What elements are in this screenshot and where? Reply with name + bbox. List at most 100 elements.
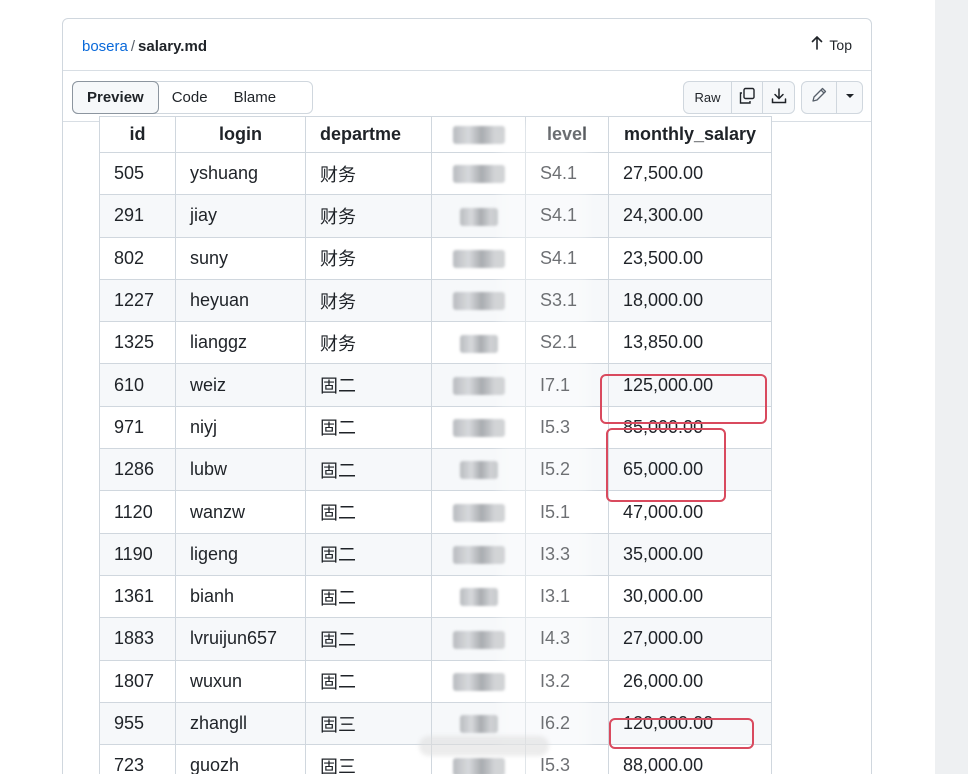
pencil-icon	[810, 86, 828, 109]
cell-redacted	[431, 701, 526, 746]
cell-id: 505	[99, 151, 176, 196]
cell-login: weiz	[175, 363, 306, 407]
cell-id: 1190	[99, 532, 176, 576]
edit-file-button[interactable]	[802, 82, 838, 113]
table-header-row: id login departme level monthly_salary	[99, 116, 772, 153]
cell-id: 1286	[99, 448, 176, 492]
redacted-mark	[452, 126, 505, 145]
cell-level: I7.1	[525, 363, 609, 407]
cell-redacted	[431, 194, 526, 238]
cell-login: zhangll	[175, 701, 306, 746]
cell-id: 802	[99, 236, 176, 280]
chevron-down-icon	[845, 92, 855, 103]
cell-id: 1325	[99, 321, 176, 365]
redacted-mark	[459, 588, 498, 607]
table-row: 971 niyj 固二 I5.3 85,000.00	[99, 405, 772, 450]
table-row: 723 guozh 固三 I5.3 88,000.00	[99, 744, 772, 774]
table-row: 802 suny 财务 S4.1 23,500.00	[99, 236, 772, 280]
cell-department: 固二	[305, 405, 432, 450]
salary-table: id login departme level monthly_salary 5…	[99, 116, 772, 774]
breadcrumb-repo-link[interactable]: bosera	[82, 38, 128, 55]
table-row: 955 zhangll 固三 I6.2 120,000.00	[99, 701, 772, 746]
table-row: 610 weiz 固二 I7.1 125,000.00	[99, 363, 772, 407]
table-row: 505 yshuang 财务 S4.1 27,500.00	[99, 151, 772, 196]
cell-monthly-salary: 85,000.00	[608, 405, 772, 450]
cell-id: 291	[99, 194, 176, 238]
raw-button[interactable]: Raw	[684, 82, 732, 113]
edit-actions	[801, 81, 863, 114]
redacted-mark	[452, 292, 505, 311]
cell-monthly-salary: 26,000.00	[608, 659, 772, 703]
arrow-up-icon	[811, 35, 823, 54]
tab-preview[interactable]: Preview	[72, 81, 159, 114]
file-viewer: bosera / salary.md Top Preview Code Blame …	[62, 18, 872, 774]
redacted-mark	[452, 546, 505, 565]
breadcrumb: bosera / salary.md	[82, 38, 207, 55]
header-level: level	[525, 116, 609, 153]
cell-login: wuxun	[175, 659, 306, 703]
cell-redacted	[431, 236, 526, 280]
download-button[interactable]	[763, 82, 794, 113]
cell-department: 固三	[305, 744, 432, 774]
breadcrumb-file-name: salary.md	[138, 38, 207, 55]
cell-department: 固二	[305, 574, 432, 619]
cell-login: guozh	[175, 744, 306, 774]
cell-login: heyuan	[175, 278, 306, 323]
table-row: 1190 ligeng 固二 I3.3 35,000.00	[99, 532, 772, 576]
cell-level: I6.2	[525, 701, 609, 746]
cell-department: 固三	[305, 701, 432, 746]
cell-id: 1120	[99, 490, 176, 534]
cell-level: I5.3	[525, 744, 609, 774]
table-row: 1227 heyuan 财务 S3.1 18,000.00	[99, 278, 772, 323]
cell-login: wanzw	[175, 490, 306, 534]
cell-department: 固二	[305, 490, 432, 534]
cell-level: I5.2	[525, 448, 609, 492]
redacted-mark	[452, 249, 505, 268]
cell-department: 财务	[305, 236, 432, 280]
cell-monthly-salary: 65,000.00	[608, 448, 772, 492]
cell-login: jiay	[175, 194, 306, 238]
cell-monthly-salary: 18,000.00	[608, 278, 772, 323]
table-row: 1325 lianggz 财务 S2.1 13,850.00	[99, 321, 772, 365]
cell-level: S3.1	[525, 278, 609, 323]
cell-id: 955	[99, 701, 176, 746]
download-icon	[770, 87, 788, 108]
cell-login: lianggz	[175, 321, 306, 365]
cell-monthly-salary: 35,000.00	[608, 532, 772, 576]
cell-department: 财务	[305, 194, 432, 238]
more-edit-options-button[interactable]	[837, 82, 862, 113]
tab-blame[interactable]: Blame	[221, 81, 290, 114]
cell-id: 1807	[99, 659, 176, 703]
tab-code[interactable]: Code	[159, 81, 221, 114]
table-row: 1361 bianh 固二 I3.1 30,000.00	[99, 574, 772, 619]
cell-monthly-salary: 23,500.00	[608, 236, 772, 280]
cell-level: I3.3	[525, 532, 609, 576]
redacted-mark	[452, 376, 505, 395]
cell-department: 固二	[305, 532, 432, 576]
cell-redacted	[431, 574, 526, 619]
cell-redacted	[431, 278, 526, 323]
cell-level: S4.1	[525, 194, 609, 238]
redacted-mark	[452, 757, 505, 774]
cell-department: 固二	[305, 363, 432, 407]
cell-department: 财务	[305, 151, 432, 196]
cell-redacted	[431, 151, 526, 196]
redacted-mark	[452, 503, 505, 522]
cell-level: S4.1	[525, 236, 609, 280]
cell-redacted	[431, 659, 526, 703]
copy-button[interactable]	[732, 82, 763, 113]
cell-monthly-salary: 88,000.00	[608, 744, 772, 774]
cell-redacted	[431, 448, 526, 492]
redacted-mark	[459, 461, 498, 480]
cell-id: 1883	[99, 617, 176, 661]
cell-login: lvruijun657	[175, 617, 306, 661]
breadcrumb-separator: /	[130, 38, 136, 55]
cell-login: ligeng	[175, 532, 306, 576]
file-header: bosera / salary.md Top	[63, 19, 871, 71]
cell-login: suny	[175, 236, 306, 280]
header-id: id	[99, 116, 176, 153]
top-link[interactable]: Top	[811, 35, 852, 54]
cell-id: 723	[99, 744, 176, 774]
copy-icon	[738, 87, 756, 108]
table-row: 291 jiay 财务 S4.1 24,300.00	[99, 194, 772, 238]
